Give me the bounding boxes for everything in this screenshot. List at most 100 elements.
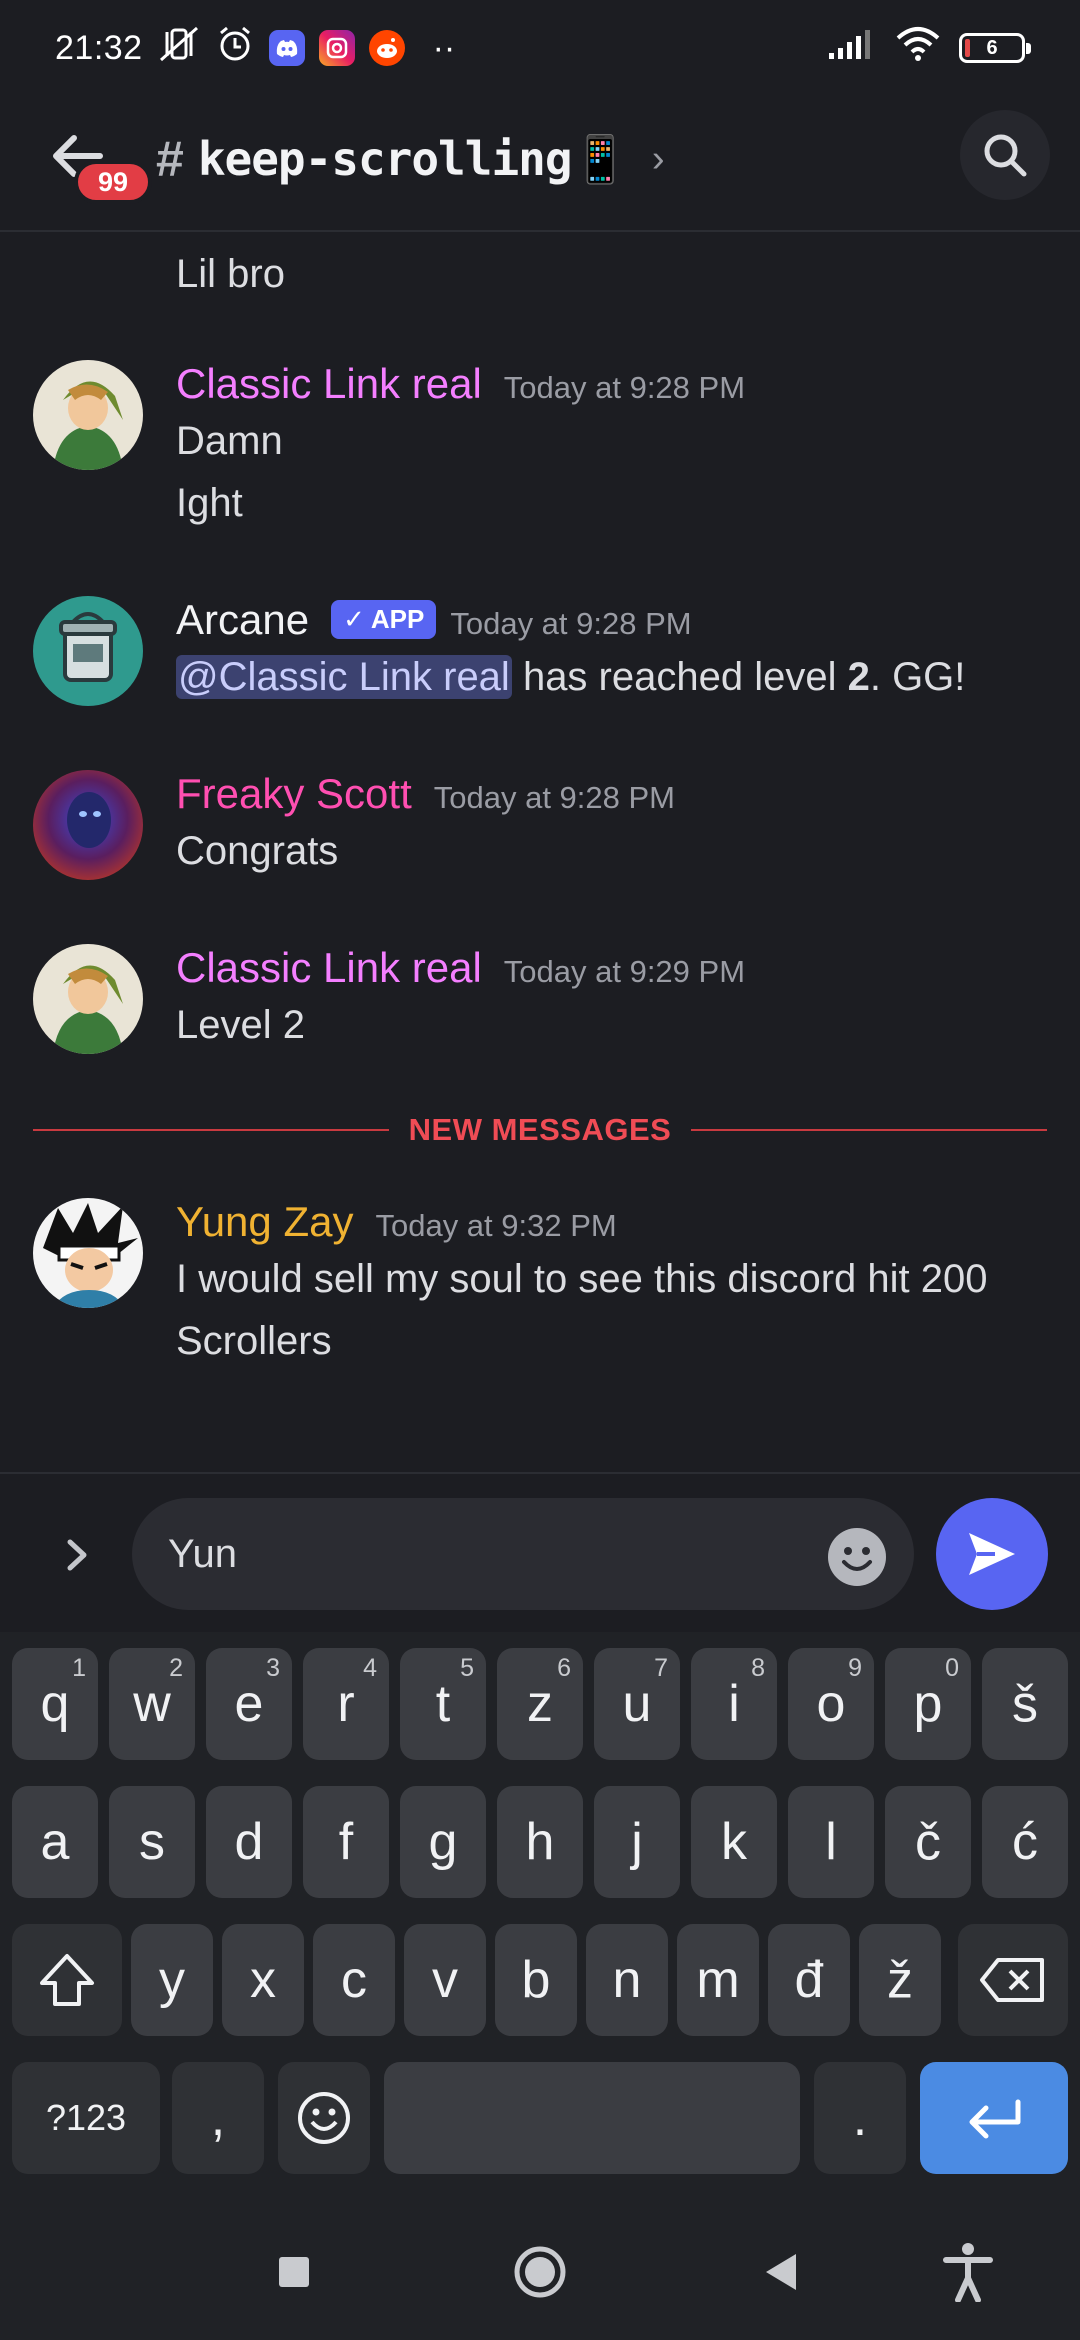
- battery-level: 6: [986, 36, 998, 59]
- message-author[interactable]: Classic Link real: [176, 360, 482, 408]
- battery-icon: 6: [959, 33, 1031, 63]
- period-key[interactable]: .: [814, 2062, 906, 2174]
- key-label: š: [1012, 1675, 1038, 1733]
- shift-key[interactable]: [12, 1924, 122, 2036]
- message-input[interactable]: Yun: [132, 1498, 914, 1610]
- message-text: Damn: [176, 419, 283, 463]
- key-e[interactable]: e3: [206, 1648, 292, 1760]
- key-r[interactable]: r4: [303, 1648, 389, 1760]
- avatar[interactable]: [33, 596, 143, 706]
- recents-button[interactable]: [262, 2240, 326, 2304]
- search-button[interactable]: [960, 110, 1050, 200]
- alarm-icon: [215, 24, 255, 73]
- key-label: w: [133, 1675, 171, 1733]
- key-o[interactable]: o9: [788, 1648, 874, 1760]
- key-hint: 1: [72, 1654, 86, 1682]
- key-y[interactable]: y: [131, 1924, 213, 2036]
- reddit-icon: [368, 30, 405, 66]
- send-icon: [969, 1533, 1015, 1575]
- key-label: t: [435, 1675, 451, 1733]
- symbols-key[interactable]: ?123: [12, 2062, 160, 2174]
- key-m[interactable]: m: [677, 1924, 759, 2036]
- message-composer: Yun: [0, 1472, 1080, 1632]
- key-hint: 5: [460, 1654, 474, 1682]
- key-n[interactable]: n: [586, 1924, 668, 2036]
- comma-key[interactable]: ,: [172, 2062, 264, 2174]
- key-hint: 8: [751, 1654, 765, 1682]
- key-s-caron[interactable]: š: [982, 1648, 1068, 1760]
- key-x[interactable]: x: [222, 1924, 304, 2036]
- emoji-key[interactable]: [278, 2062, 370, 2174]
- message-text: Level 2: [176, 1003, 305, 1047]
- key-i[interactable]: i8: [691, 1648, 777, 1760]
- avatar[interactable]: [33, 770, 143, 880]
- avatar[interactable]: [33, 944, 143, 1054]
- backspace-key[interactable]: [958, 1924, 1068, 2036]
- channel-name: keep-scrolling📱: [197, 131, 629, 186]
- key-p[interactable]: p0: [885, 1648, 971, 1760]
- instagram-icon: [318, 30, 355, 66]
- channel-header: 99 # keep-scrolling📱 ›: [0, 96, 1080, 232]
- message-list[interactable]: Lil bro Classic Link real Today at 9:28 …: [0, 232, 1080, 1472]
- key-j[interactable]: j: [594, 1786, 680, 1898]
- key-d-stroke[interactable]: đ: [768, 1924, 850, 2036]
- enter-key[interactable]: [920, 2062, 1068, 2174]
- app-badge: ✓ APP: [331, 600, 437, 639]
- emoji-button[interactable]: [826, 1526, 888, 1588]
- back-nav-button[interactable]: [748, 2240, 812, 2304]
- key-a[interactable]: a: [12, 1786, 98, 1898]
- message-author[interactable]: Classic Link real: [176, 944, 482, 992]
- user-mention[interactable]: @Classic Link real: [176, 655, 512, 699]
- key-q[interactable]: q1: [12, 1648, 98, 1760]
- key-label: e: [234, 1675, 264, 1733]
- key-f[interactable]: f: [303, 1786, 389, 1898]
- accessibility-button[interactable]: [936, 2240, 1000, 2304]
- key-c-acute[interactable]: ć: [982, 1786, 1068, 1898]
- status-time: 21:32: [55, 28, 143, 67]
- unread-badge: 99: [74, 160, 152, 204]
- chevron-right-icon: ›: [651, 137, 665, 180]
- key-z[interactable]: z6: [497, 1648, 583, 1760]
- message-text: Congrats: [176, 829, 339, 873]
- key-z-caron[interactable]: ž: [859, 1924, 941, 2036]
- key-u[interactable]: u7: [594, 1648, 680, 1760]
- triangle-back-icon: [766, 2254, 796, 2290]
- avatar[interactable]: [33, 360, 143, 470]
- channel-title[interactable]: # keep-scrolling📱 ›: [156, 124, 664, 194]
- key-t[interactable]: t5: [400, 1648, 486, 1760]
- message-author[interactable]: Freaky Scott: [176, 770, 412, 818]
- message-timestamp: Today at 9:32 PM: [375, 1208, 617, 1243]
- message-text-bold: 2: [847, 655, 870, 699]
- message-author[interactable]: Arcane: [176, 596, 309, 644]
- message-author[interactable]: Yung Zay: [176, 1198, 353, 1246]
- key-g[interactable]: g: [400, 1786, 486, 1898]
- key-label: i: [728, 1675, 740, 1733]
- message-text-part: . GG!: [869, 655, 966, 699]
- new-messages-divider: NEW MESSAGES: [33, 1110, 1047, 1150]
- key-l[interactable]: l: [788, 1786, 874, 1898]
- key-hint: 7: [654, 1654, 668, 1682]
- mute-vibrate-icon: [157, 24, 201, 73]
- message-text-part: has reached level: [511, 655, 848, 699]
- key-s[interactable]: s: [109, 1786, 195, 1898]
- message-timestamp: Today at 9:28 PM: [503, 370, 746, 405]
- key-c-caron[interactable]: č: [885, 1786, 971, 1898]
- key-k[interactable]: k: [691, 1786, 777, 1898]
- check-icon: ✓: [343, 604, 365, 634]
- key-v[interactable]: v: [404, 1924, 486, 2036]
- expand-actions-button[interactable]: [52, 1530, 102, 1580]
- home-circle-icon: [514, 2246, 566, 2298]
- spacebar-key[interactable]: [384, 2062, 800, 2174]
- accessibility-icon: [943, 2243, 993, 2302]
- home-button[interactable]: [508, 2240, 572, 2304]
- key-h[interactable]: h: [497, 1786, 583, 1898]
- key-c[interactable]: c: [313, 1924, 395, 2036]
- signal-icon: [827, 27, 877, 70]
- key-label: p: [913, 1675, 943, 1733]
- key-w[interactable]: w2: [109, 1648, 195, 1760]
- key-d[interactable]: d: [206, 1786, 292, 1898]
- send-button[interactable]: [936, 1498, 1048, 1610]
- avatar[interactable]: [33, 1198, 143, 1308]
- key-b[interactable]: b: [495, 1924, 577, 2036]
- chevron-right-icon: [67, 1539, 87, 1571]
